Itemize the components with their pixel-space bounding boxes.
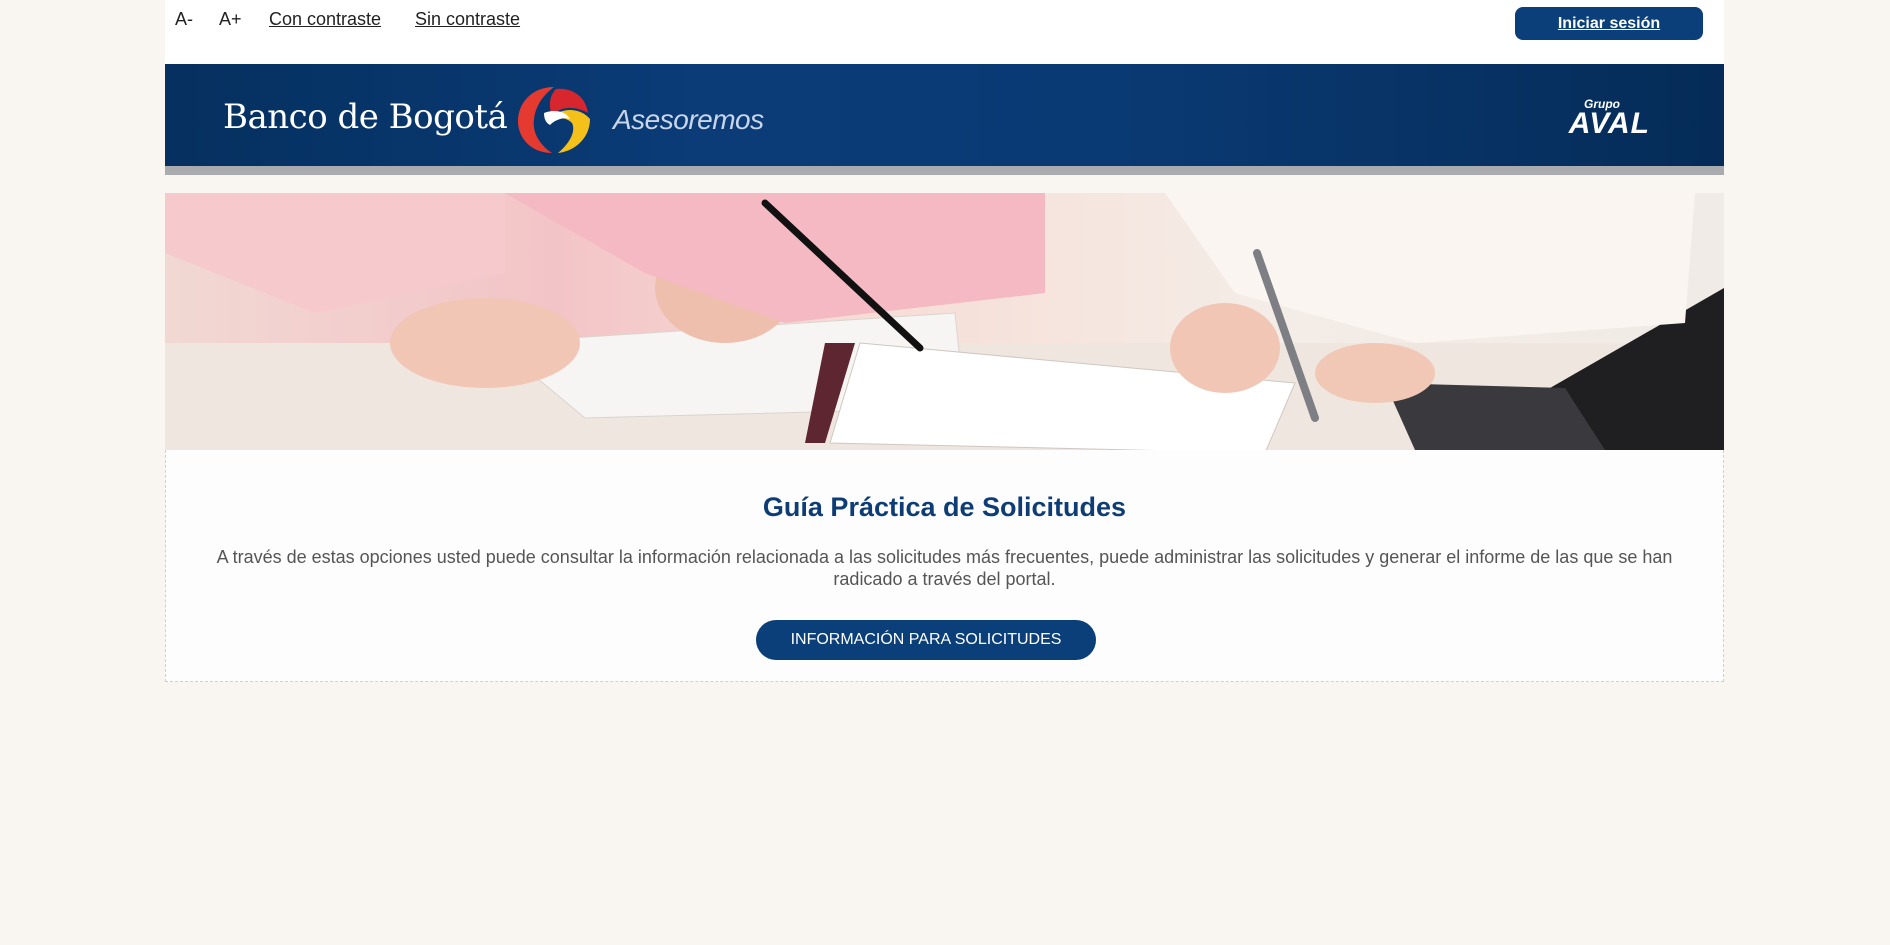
page-title: Guía Práctica de Solicitudes (762, 492, 1127, 522)
hero-banner-image (165, 193, 1724, 450)
page-container: A- A+ Con contraste Sin contraste Inicia… (165, 0, 1724, 682)
high-contrast-link[interactable]: Con contraste (269, 9, 381, 30)
tagline: Asesoremos (613, 104, 764, 135)
bank-logo-icon (518, 87, 590, 153)
aval-label: AVAL (1568, 107, 1650, 140)
utility-bar: A- A+ Con contraste Sin contraste Inicia… (165, 0, 1724, 64)
bank-name-logo-text[interactable]: Banco de Bogotá (223, 97, 508, 137)
hero-illustration (165, 193, 1724, 450)
brand-header: Banco de Bogotá Asesoremos Grupo AVAL (165, 64, 1724, 175)
solicitudes-guide-panel: Guía Práctica de Solicitudes A través de… (165, 450, 1724, 682)
header-divider (165, 166, 1724, 175)
no-contrast-link[interactable]: Sin contraste (415, 9, 520, 30)
increase-font-button[interactable]: A+ (219, 9, 242, 30)
info-solicitudes-button[interactable]: INFORMACIÓN PARA SOLICITUDES (756, 620, 1096, 660)
login-button[interactable]: Iniciar sesión (1515, 7, 1703, 40)
grupo-aval-logo: Grupo AVAL (1568, 97, 1650, 140)
decrease-font-button[interactable]: A- (175, 9, 193, 30)
page-description: A través de estas opciones usted puede c… (216, 547, 1673, 589)
